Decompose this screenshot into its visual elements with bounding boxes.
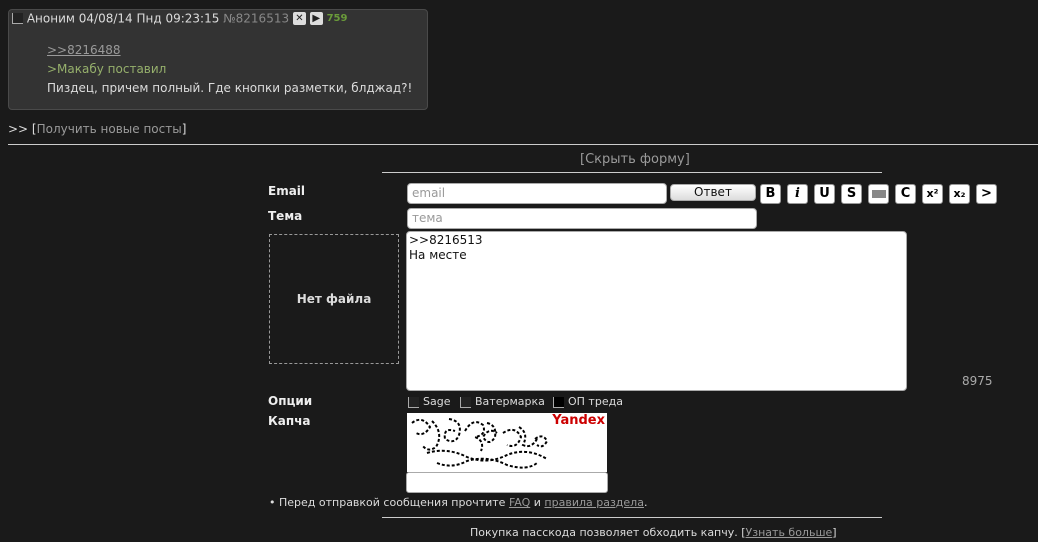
- get-new-posts-link[interactable]: Получить новые посты: [37, 122, 182, 136]
- sage-label: Sage: [423, 395, 451, 408]
- hide-form-close: ]: [684, 152, 690, 167]
- yandex-logo: Yandex: [552, 413, 605, 428]
- email-input[interactable]: email: [407, 183, 667, 204]
- spoiler-button[interactable]: [868, 184, 889, 204]
- watermark-label: Ватермарка: [475, 395, 545, 408]
- board-rules-link[interactable]: правила раздела: [544, 496, 644, 509]
- post-body: >>8216488 >Макабу поставил Пиздец, приче…: [47, 41, 412, 98]
- hide-post-icon[interactable]: ✕: [292, 12, 306, 25]
- italic-icon: i: [795, 186, 800, 201]
- message-line: >>8216513: [409, 233, 483, 247]
- post-datetime: 04/08/14 Пнд 09:23:15: [78, 11, 220, 26]
- rules-notice: • Перед отправкой сообщения прочтите FAQ…: [269, 496, 647, 509]
- post-header: Аноним 04/08/14 Пнд 09:23:15 №8216513 ✕ …: [12, 11, 347, 26]
- post-counter: 759: [326, 13, 348, 24]
- italic-button[interactable]: i: [787, 184, 808, 204]
- get-new-posts: >> [Получить новые посты]: [8, 122, 186, 136]
- code-icon: C: [900, 186, 911, 201]
- post-text: Пиздец, причем полный. Где кнопки размет…: [47, 81, 413, 95]
- superscript-button[interactable]: x²: [922, 184, 943, 204]
- op-option[interactable]: ОП треда: [553, 395, 623, 408]
- divider: [8, 144, 1038, 145]
- email-label: Email: [268, 184, 306, 198]
- subscript-button[interactable]: x₂: [949, 184, 970, 204]
- underline-button[interactable]: U: [814, 184, 835, 204]
- message-textarea[interactable]: >>8216513 На месте: [406, 231, 907, 391]
- post-author: Аноним: [26, 11, 75, 26]
- passcode-notice: Покупка пасскода позволяет обходить капч…: [470, 526, 837, 539]
- subscript-icon: x₂: [953, 187, 966, 200]
- bold-button[interactable]: B: [760, 184, 781, 204]
- strike-icon: S: [846, 186, 857, 201]
- new-posts-prefix: >> [: [8, 122, 37, 136]
- watermark-checkbox[interactable]: [460, 396, 471, 408]
- superscript-icon: x²: [926, 187, 939, 200]
- subject-label: Тема: [268, 209, 303, 223]
- play-icon[interactable]: ▶: [309, 12, 323, 25]
- captcha-input[interactable]: [406, 472, 608, 493]
- post-number[interactable]: №8216513: [223, 12, 289, 26]
- rules-text: • Перед отправкой сообщения прочтите: [269, 496, 506, 509]
- quote-button[interactable]: >: [976, 184, 997, 204]
- hide-form-link[interactable]: Скрыть форму: [585, 152, 685, 167]
- watermark-option[interactable]: Ватермарка: [460, 395, 545, 408]
- post-quote: >Макабу поставил: [47, 62, 167, 76]
- faq-link[interactable]: FAQ: [509, 496, 530, 509]
- sage-checkbox[interactable]: [408, 396, 419, 408]
- passcode-close: ]: [832, 526, 837, 539]
- hide-form: [Скрыть форму]: [580, 152, 690, 167]
- strike-button[interactable]: S: [841, 184, 862, 204]
- file-dropzone[interactable]: Нет файла: [269, 234, 399, 364]
- message-line: На месте: [409, 248, 467, 262]
- new-posts-suffix: ]: [181, 122, 187, 136]
- no-file-label: Нет файла: [296, 292, 372, 306]
- post: Аноним 04/08/14 Пнд 09:23:15 №8216513 ✕ …: [8, 9, 428, 110]
- quote-icon: >: [981, 186, 992, 201]
- code-button[interactable]: C: [895, 184, 916, 204]
- subject-input[interactable]: тема: [407, 208, 757, 229]
- rules-dot: .: [643, 496, 648, 509]
- form-divider-bottom: [382, 517, 882, 518]
- rules-and: и: [533, 496, 541, 509]
- passcode-text: Покупка пасскода позволяет обходить капч…: [470, 526, 746, 539]
- captcha-label: Капча: [268, 414, 311, 428]
- underline-icon: U: [819, 186, 830, 201]
- submit-button[interactable]: Ответ: [670, 184, 756, 201]
- captcha-image: Yandex: [407, 413, 607, 472]
- char-counter: 8975: [962, 374, 993, 388]
- op-label: ОП треда: [568, 395, 623, 408]
- post-select-checkbox[interactable]: [12, 13, 23, 24]
- learn-more-link[interactable]: Узнать больше: [746, 526, 833, 539]
- op-checkbox[interactable]: [553, 396, 564, 408]
- spoiler-icon: [871, 189, 886, 198]
- sage-option[interactable]: Sage: [408, 395, 450, 408]
- form-divider-top: [382, 172, 882, 173]
- reply-link[interactable]: >>8216488: [47, 41, 412, 60]
- options-label: Опции: [268, 394, 313, 408]
- bold-icon: B: [765, 186, 776, 201]
